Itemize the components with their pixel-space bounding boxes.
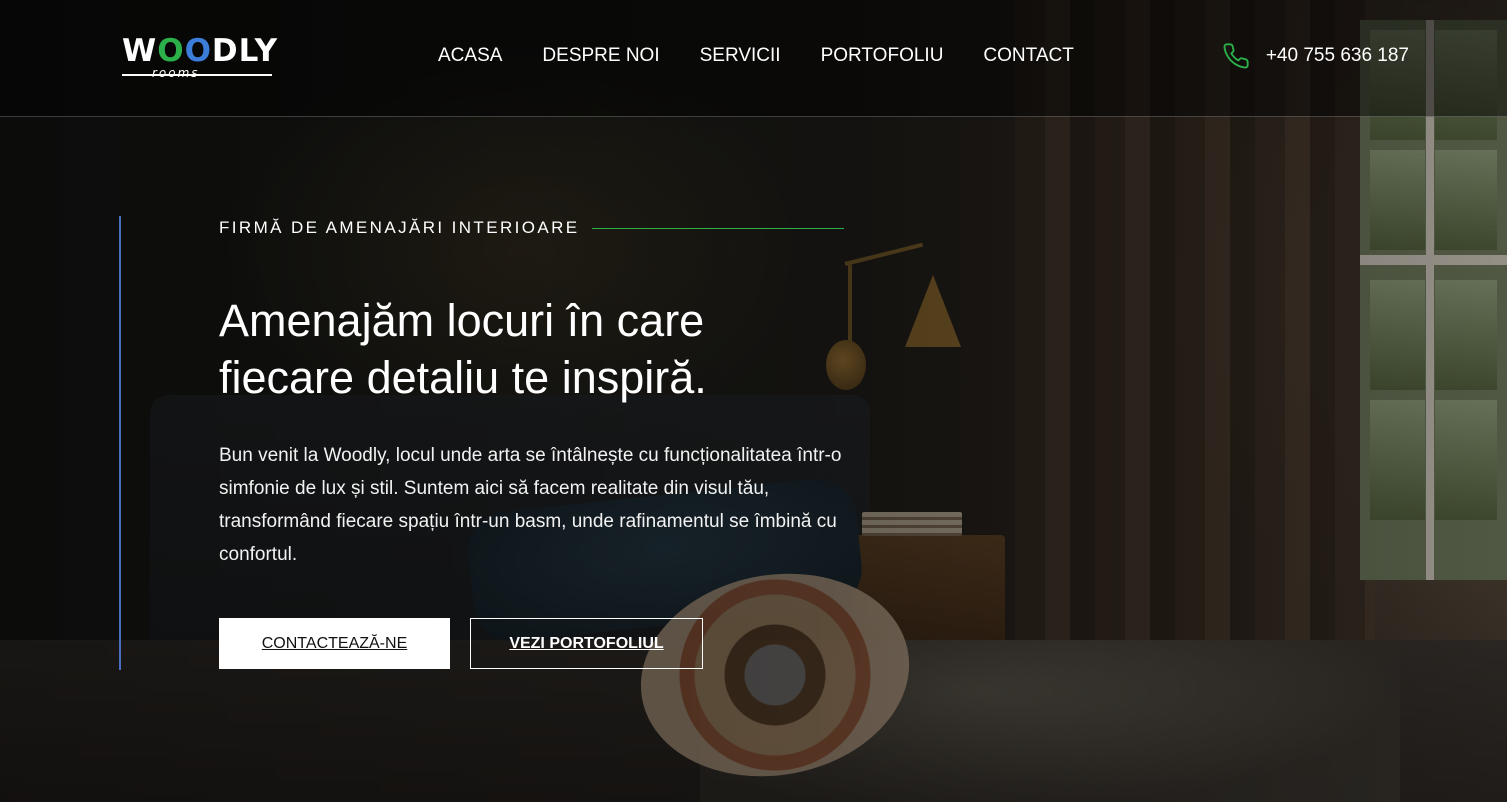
- header-phone[interactable]: +40 755 636 187: [1222, 42, 1409, 70]
- contact-us-button[interactable]: CONTACTEAZĂ-NE: [219, 618, 450, 669]
- nav-item-portofoliu[interactable]: PORTOFOLIU: [821, 44, 944, 68]
- logo-subtitle: rooms: [152, 66, 200, 80]
- hero-headline: Amenajăm locuri în care fiecare detaliu …: [219, 295, 707, 403]
- phone-number: +40 755 636 187: [1265, 45, 1409, 66]
- nav-item-acasa[interactable]: ACASA: [438, 44, 502, 68]
- site-header: WOODLY rooms ACASA DESPRE NOI SERVICII P…: [0, 0, 1507, 117]
- nav-item-despre-noi[interactable]: DESPRE NOI: [542, 44, 659, 68]
- hero-lead-text: Bun venit la Woodly, locul unde arta se …: [219, 445, 842, 565]
- hero-eyebrow: FIRMĂ DE AMENAJĂRI INTERIOARE: [219, 218, 844, 238]
- logo[interactable]: WOODLY rooms: [122, 34, 284, 82]
- nav-item-servicii[interactable]: SERVICII: [700, 44, 781, 68]
- nav-item-contact[interactable]: CONTACT: [983, 44, 1073, 68]
- logo-wordmark: WOODLY: [122, 33, 279, 69]
- view-portfolio-button[interactable]: VEZI PORTOFOLIUL: [470, 618, 703, 669]
- eyebrow-rule: [591, 227, 844, 229]
- hero-accent-line: [119, 216, 121, 670]
- phone-icon: [1223, 43, 1249, 69]
- hero-eyebrow-text: FIRMĂ DE AMENAJĂRI INTERIOARE: [219, 218, 580, 237]
- main-nav: ACASA DESPRE NOI SERVICII PORTOFOLIU CON…: [438, 44, 1114, 68]
